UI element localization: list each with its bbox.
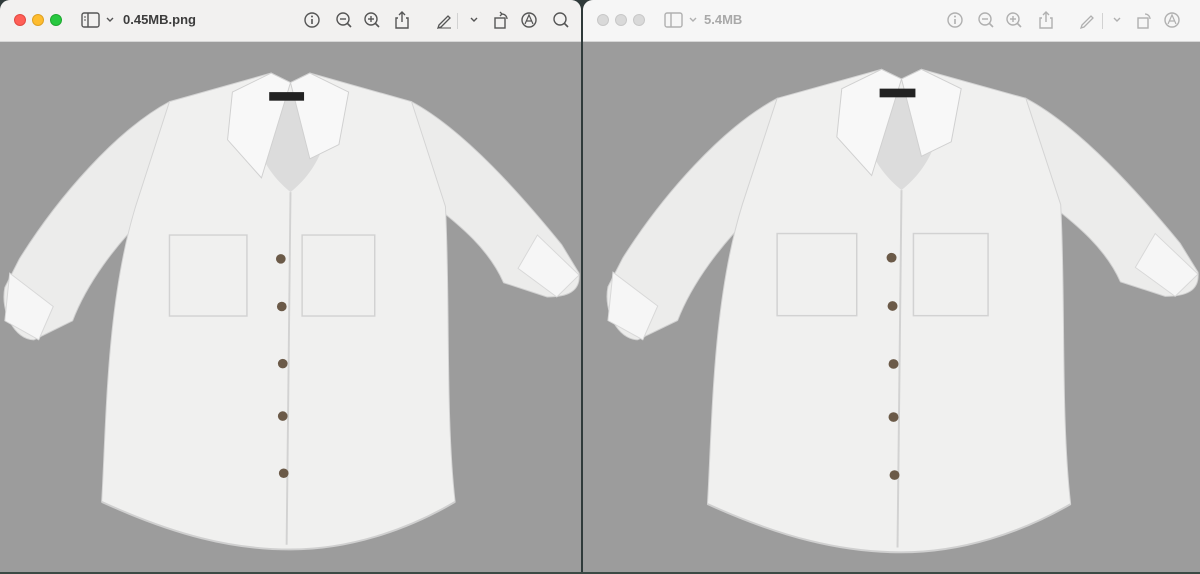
toolbar-divider bbox=[1102, 13, 1103, 29]
chevron-down-icon[interactable] bbox=[682, 10, 697, 30]
zoom-out-icon[interactable] bbox=[975, 10, 997, 30]
preview-window-left[interactable]: 0.45MB.png bbox=[0, 0, 581, 572]
info-icon[interactable] bbox=[944, 10, 966, 30]
markup-pen-icon[interactable] bbox=[1077, 10, 1099, 30]
preview-window-right[interactable]: 5.4MB bbox=[583, 0, 1200, 572]
zoom-in-icon[interactable] bbox=[1003, 10, 1025, 30]
info-icon[interactable] bbox=[301, 10, 323, 30]
close-button[interactable] bbox=[597, 14, 609, 26]
chevron-down-icon[interactable] bbox=[99, 10, 114, 30]
search-icon[interactable] bbox=[550, 10, 572, 30]
chevron-down-icon[interactable] bbox=[1106, 10, 1121, 30]
window-title: 5.4MB bbox=[704, 12, 743, 27]
title-bar[interactable]: 5.4MB bbox=[583, 0, 1200, 42]
title-bar[interactable]: 0.45MB.png bbox=[0, 0, 581, 42]
toolbar-divider bbox=[457, 13, 458, 29]
close-button[interactable] bbox=[14, 14, 26, 26]
zoom-in-icon[interactable] bbox=[361, 10, 383, 30]
minimize-button[interactable] bbox=[615, 14, 627, 26]
zoom-out-icon[interactable] bbox=[333, 10, 355, 30]
zoom-button[interactable] bbox=[50, 14, 62, 26]
image-canvas[interactable] bbox=[583, 42, 1200, 572]
image-canvas[interactable] bbox=[0, 42, 581, 572]
zoom-button[interactable] bbox=[633, 14, 645, 26]
shirt-image bbox=[603, 50, 1200, 562]
chevron-down-icon[interactable] bbox=[463, 10, 478, 30]
shirt-image bbox=[0, 54, 581, 559]
markup-circle-icon[interactable] bbox=[518, 10, 540, 30]
markup-pen-icon[interactable] bbox=[434, 10, 456, 30]
share-icon[interactable] bbox=[391, 10, 413, 30]
minimize-button[interactable] bbox=[32, 14, 44, 26]
rotate-icon[interactable] bbox=[490, 10, 512, 30]
window-title: 0.45MB.png bbox=[123, 12, 196, 27]
share-icon[interactable] bbox=[1035, 10, 1057, 30]
markup-circle-icon[interactable] bbox=[1161, 10, 1183, 30]
rotate-icon[interactable] bbox=[1133, 10, 1155, 30]
